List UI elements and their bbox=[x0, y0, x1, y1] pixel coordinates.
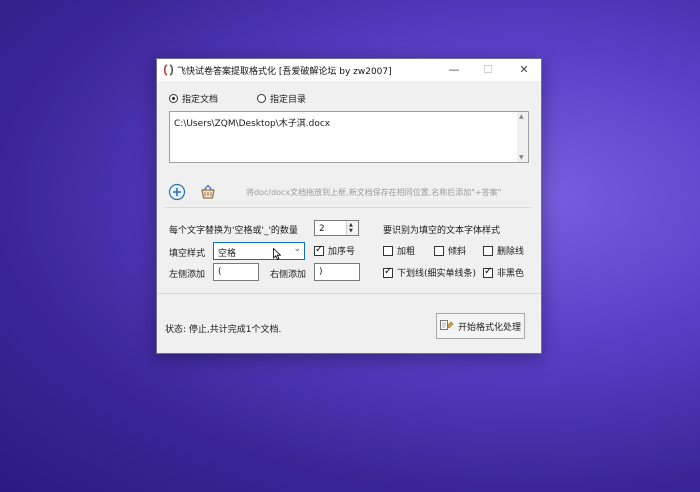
minimize-button[interactable]: — bbox=[437, 59, 471, 81]
strikethrough-checkbox[interactable]: 删除线 bbox=[483, 244, 524, 257]
strikethrough-label: 删除线 bbox=[497, 247, 525, 257]
divider bbox=[165, 207, 531, 208]
strikethrough-box[interactable] bbox=[483, 245, 493, 256]
right-add-input[interactable]: ) bbox=[314, 263, 360, 281]
italic-checkbox[interactable]: 倾斜 bbox=[434, 244, 466, 257]
file-path-text: C:\Users\ZQM\Desktop\木子淇.docx bbox=[174, 119, 331, 129]
radio-file-indicator[interactable] bbox=[169, 94, 178, 103]
radio-file-label: 指定文档 bbox=[182, 95, 219, 105]
non-black-checkbox[interactable]: 非黑色 bbox=[483, 266, 524, 279]
drag-drop-hint: 将doc/docx文档拖放到上框,新文档保存在相同位置,名称后添加"+答案" bbox=[246, 188, 502, 197]
scroll-down-icon[interactable]: ▼ bbox=[519, 154, 524, 161]
add-file-button[interactable] bbox=[168, 183, 186, 201]
stepper-buttons[interactable]: ▲ ▼ bbox=[346, 221, 358, 235]
start-format-button[interactable]: 开始格式化处理 bbox=[436, 313, 525, 339]
italic-label: 倾斜 bbox=[448, 247, 467, 257]
add-number-label: 加序号 bbox=[328, 247, 356, 257]
radio-dir-indicator[interactable] bbox=[257, 94, 266, 103]
left-add-input[interactable]: ( bbox=[213, 263, 259, 281]
bold-checkbox[interactable]: 加粗 bbox=[383, 244, 415, 257]
bold-label: 加粗 bbox=[397, 247, 416, 257]
add-number-checkbox[interactable]: 加序号 bbox=[314, 244, 355, 257]
start-format-label: 开始格式化处理 bbox=[457, 322, 521, 333]
replace-count-label: 每个文字替换为'空格或'_'的数量 bbox=[169, 226, 298, 236]
clear-list-button[interactable] bbox=[199, 183, 217, 201]
app-logo-icon bbox=[163, 64, 174, 76]
title-bar[interactable]: 飞快试卷答案提取格式化 [吾爱破解论坛 by zw2007] — ☐ ✕ bbox=[157, 59, 541, 81]
file-path-textarea[interactable]: C:\Users\ZQM\Desktop\木子淇.docx ▲ ▼ bbox=[169, 111, 529, 163]
bold-box[interactable] bbox=[383, 245, 393, 256]
format-icon bbox=[439, 320, 454, 330]
radio-specify-directory[interactable]: 指定目录 bbox=[257, 92, 306, 105]
non-black-label: 非黑色 bbox=[497, 269, 525, 279]
left-add-label: 左侧添加 bbox=[169, 270, 206, 280]
fill-style-value: 空格 bbox=[218, 249, 237, 259]
underline-label: 下划线(细实单线条) bbox=[397, 269, 477, 279]
add-number-box[interactable] bbox=[314, 244, 324, 256]
replace-count-value: 2 bbox=[319, 224, 325, 234]
font-style-heading: 要识别为填空的文本字体样式 bbox=[383, 226, 501, 236]
replace-count-stepper[interactable]: 2 ▲ ▼ bbox=[314, 220, 359, 236]
radio-specify-file[interactable]: 指定文档 bbox=[169, 92, 218, 105]
italic-box[interactable] bbox=[434, 245, 444, 256]
divider bbox=[157, 293, 541, 294]
scroll-up-icon[interactable]: ▲ bbox=[519, 113, 524, 120]
fill-style-label: 填空样式 bbox=[169, 249, 206, 259]
stepper-down-icon[interactable]: ▼ bbox=[349, 228, 353, 234]
fill-style-select[interactable]: 空格 ⌄ bbox=[213, 242, 305, 260]
app-window: 飞快试卷答案提取格式化 [吾爱破解论坛 by zw2007] — ☐ ✕ 指定文… bbox=[156, 58, 542, 354]
right-add-value: ) bbox=[319, 267, 323, 277]
status-text: 状态: 停止,共计完成1个文档. bbox=[165, 325, 282, 335]
non-black-box[interactable] bbox=[483, 266, 493, 278]
maximize-button[interactable]: ☐ bbox=[471, 59, 505, 81]
radio-dir-label: 指定目录 bbox=[270, 95, 307, 105]
close-button[interactable]: ✕ bbox=[507, 59, 541, 81]
underline-box[interactable] bbox=[383, 266, 393, 278]
window-title: 飞快试卷答案提取格式化 [吾爱破解论坛 by zw2007] bbox=[177, 67, 392, 77]
left-add-value: ( bbox=[218, 267, 222, 277]
path-scrollbar[interactable]: ▲ ▼ bbox=[517, 112, 528, 162]
mouse-cursor-icon bbox=[273, 248, 281, 260]
underline-checkbox[interactable]: 下划线(细实单线条) bbox=[383, 266, 476, 279]
right-add-label: 右侧添加 bbox=[270, 270, 307, 280]
chevron-down-icon[interactable]: ⌄ bbox=[293, 244, 301, 254]
